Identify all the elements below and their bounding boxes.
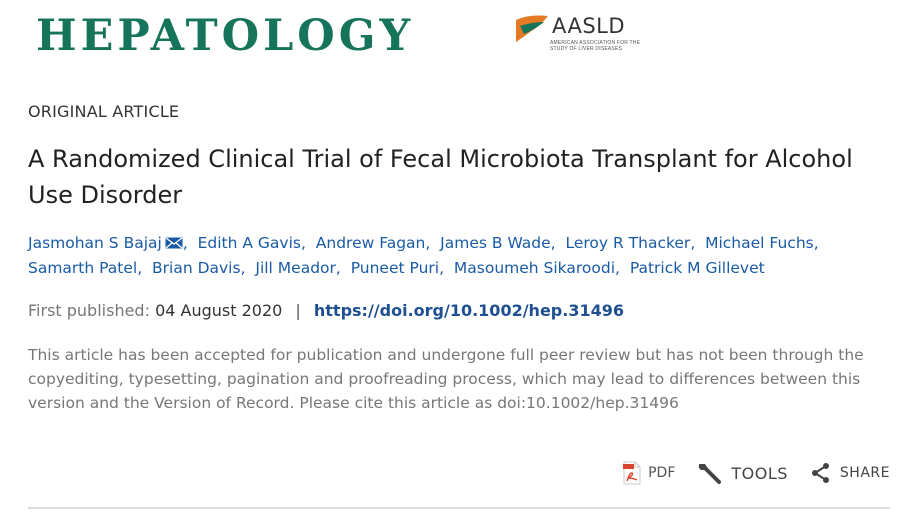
aasld-wordmark: AASLD: [552, 14, 626, 38]
author-link[interactable]: Jasmohan S Bajaj: [28, 234, 162, 252]
divider: [28, 507, 890, 509]
accepted-article-notice: This article has been accepted for publi…: [28, 346, 864, 412]
author-link[interactable]: Jill Meador: [255, 259, 336, 277]
author-link[interactable]: Brian Davis: [152, 259, 241, 277]
publication-info: First published: 04 August 2020 | https:…: [28, 301, 624, 320]
pipe-separator: |: [295, 301, 301, 320]
author-link[interactable]: Masoumeh Sikaroodi: [454, 259, 615, 277]
article-title: A Randomized Clinical Trial of Fecal Mic…: [28, 145, 853, 209]
author-link[interactable]: Puneet Puri: [351, 259, 439, 277]
aasld-full-name: American Association for the Study of Li…: [550, 40, 641, 52]
tools-label: TOOLS: [731, 463, 788, 483]
author-separator: ,: [813, 234, 819, 252]
journal-logo[interactable]: HEPATOLOGY: [36, 12, 414, 60]
author-link[interactable]: Samarth Patel: [28, 259, 137, 277]
first-published-date: 04 August 2020: [155, 301, 283, 320]
share-button[interactable]: SHARE: [810, 462, 890, 484]
pdf-file-icon: [623, 461, 641, 485]
author-separator: ,: [182, 234, 188, 252]
pdf-button[interactable]: PDF: [622, 461, 675, 485]
author-separator: ,: [335, 259, 341, 277]
author-separator: ,: [439, 259, 445, 277]
author-link[interactable]: Leroy R Thacker: [565, 234, 690, 252]
author-link[interactable]: James B Wade: [440, 234, 550, 252]
author-separator: ,: [425, 234, 431, 252]
author-separator: ,: [300, 234, 306, 252]
first-published-label: First published:: [28, 301, 150, 320]
author-link[interactable]: Andrew Fagan: [316, 234, 426, 252]
author-separator: ,: [240, 259, 246, 277]
tools-button[interactable]: TOOLS: [697, 460, 788, 486]
author-separator: ,: [690, 234, 696, 252]
author-link[interactable]: Edith A Gavis: [198, 234, 301, 252]
author-link[interactable]: Patrick M Gillevet: [630, 259, 765, 277]
aasld-mark-icon: [516, 15, 548, 42]
author-separator: ,: [615, 259, 620, 277]
author-separator: ,: [137, 259, 143, 277]
author-separator: ,: [550, 234, 556, 252]
article-actions: PDF TOOLS SHARE: [600, 456, 890, 490]
wrench-icon: [699, 463, 722, 484]
journal-header: HEPATOLOGY AASLD American Association fo…: [36, 8, 676, 64]
doi-link[interactable]: https://doi.org/10.1002/hep.31496: [314, 301, 624, 320]
pdf-label: PDF: [648, 465, 676, 481]
aasld-logo[interactable]: AASLD American Association for the Study…: [514, 12, 644, 60]
share-icon: [811, 463, 829, 483]
author-link[interactable]: Michael Fuchs: [705, 234, 814, 252]
article-type: ORIGINAL ARTICLE: [28, 102, 180, 121]
envelope-icon[interactable]: [165, 237, 183, 249]
share-label: SHARE: [839, 465, 890, 481]
author-list: Jasmohan S Bajaj, Edith A Gavis, Andrew …: [28, 231, 888, 281]
